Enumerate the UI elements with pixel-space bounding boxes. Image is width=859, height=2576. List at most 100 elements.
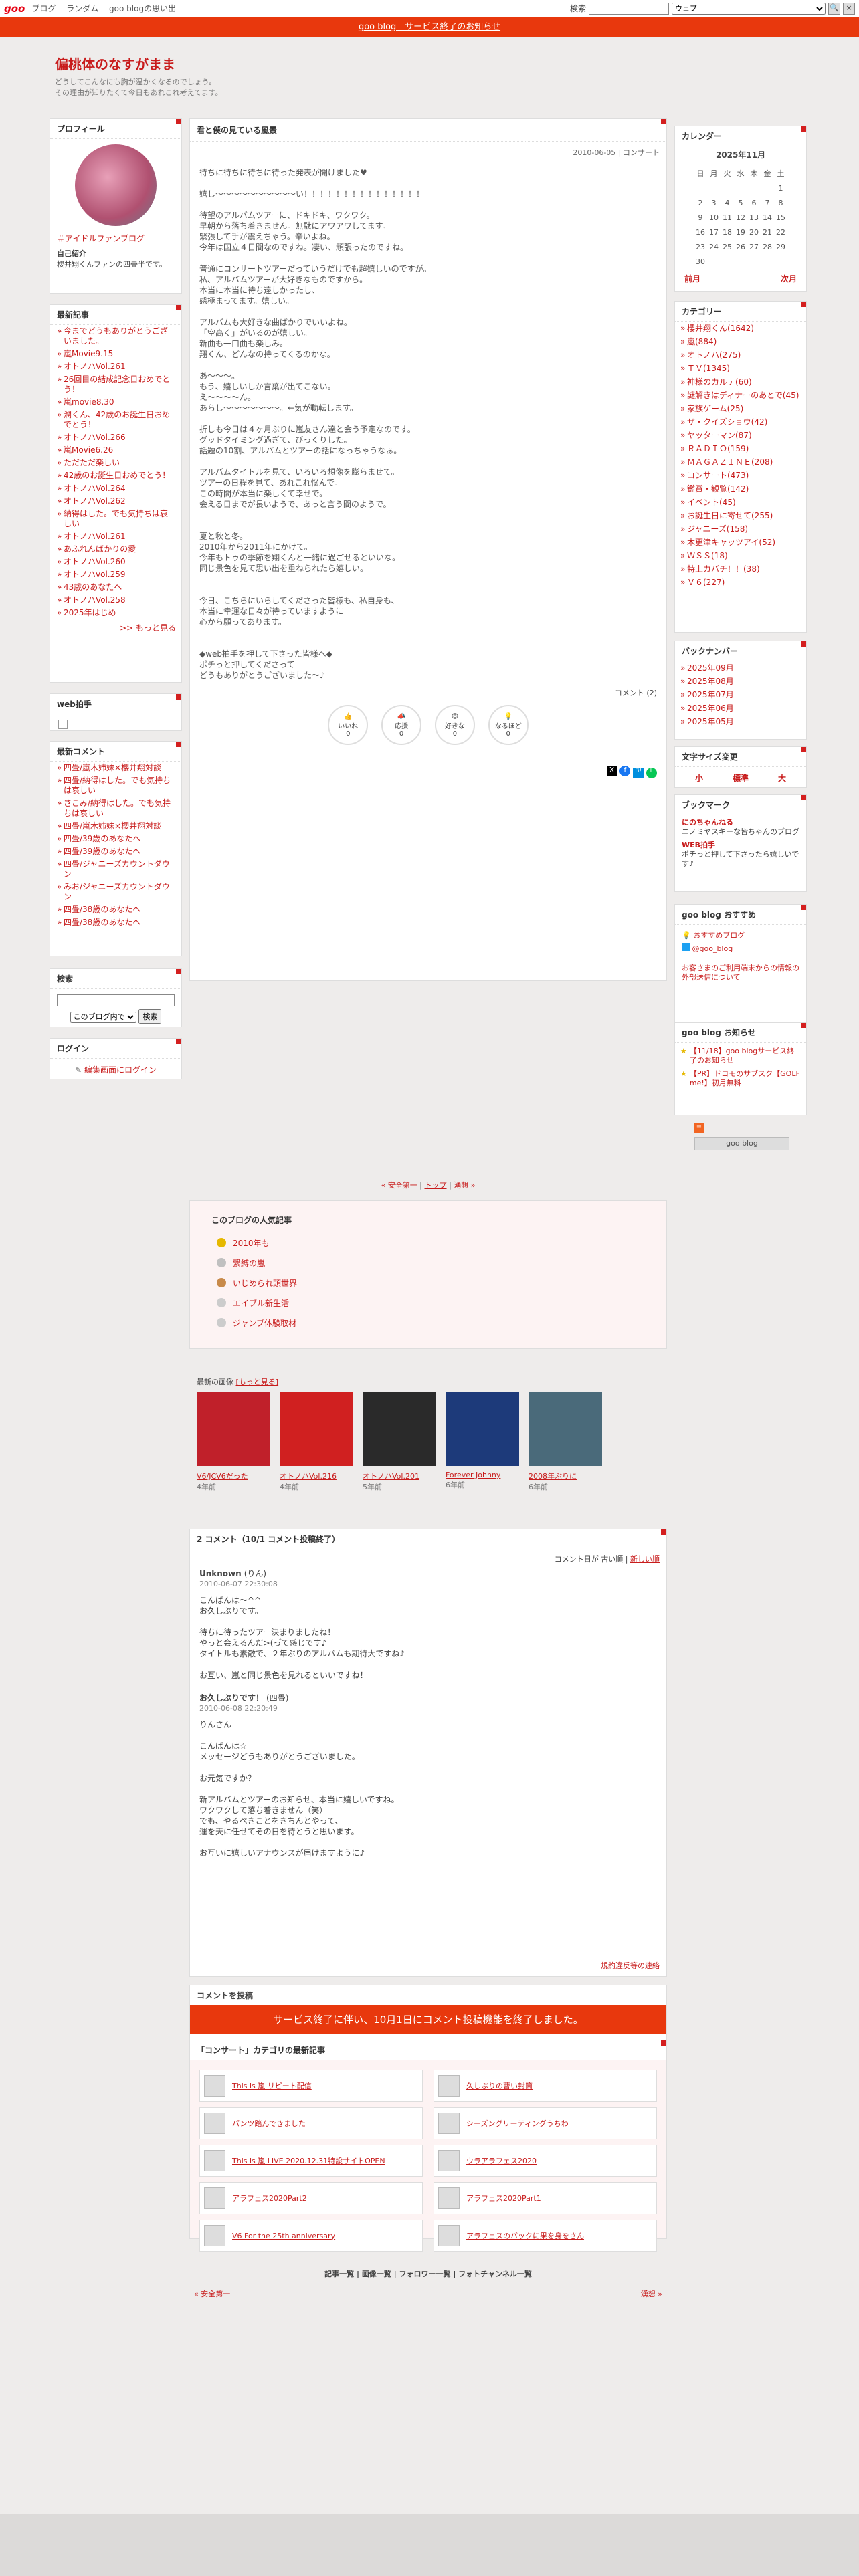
category-link[interactable]: イベント(45) bbox=[675, 496, 806, 509]
report-link[interactable]: 規約違反等の連絡 bbox=[601, 1960, 660, 1971]
category-latest-item[interactable]: アラフェスのバックに果を身をさん bbox=[434, 2220, 657, 2252]
recent-post-link[interactable]: オトノハVol.264 bbox=[50, 482, 181, 495]
recent-post-link[interactable]: ただただ楽しい bbox=[50, 457, 181, 469]
calendar-day[interactable]: 11 bbox=[721, 210, 734, 225]
calendar-day[interactable]: 6 bbox=[747, 195, 761, 210]
latest-comment-link[interactable]: 四畳/ジャニーズカウントダウン bbox=[50, 858, 181, 881]
webclap-image-icon[interactable] bbox=[58, 720, 68, 729]
category-link[interactable]: Ｖ６(227) bbox=[675, 576, 806, 589]
category-latest-title[interactable]: This is 嵐 リピート配信 bbox=[232, 2080, 312, 2091]
recent-post-link[interactable]: 42歳のお誕生日おめでとう！ bbox=[50, 469, 181, 482]
photo-channel-link[interactable]: フォトチャンネル一覧 bbox=[458, 2270, 532, 2278]
popular-item[interactable]: 繋縛の嵐 bbox=[217, 1253, 640, 1273]
sort-newest-link[interactable]: 新しい順 bbox=[630, 1555, 660, 1564]
rss-icon[interactable]: ≡ bbox=[694, 1123, 704, 1133]
nav-blog-link[interactable]: ブログ bbox=[31, 4, 56, 13]
calendar-day[interactable]: 30 bbox=[694, 254, 707, 269]
recent-post-link[interactable]: オトノハVol.258 bbox=[50, 594, 181, 607]
popular-item[interactable]: エイブル新生活 bbox=[217, 1293, 640, 1313]
latest-comment-link[interactable]: 四畳/納得はした。でも気持ちは哀しい bbox=[50, 774, 181, 797]
category-latest-title[interactable]: アラフェス2020Part2 bbox=[232, 2193, 307, 2204]
image-card[interactable]: オトノハVol.201 5年前 bbox=[363, 1392, 436, 1492]
calendar-day[interactable]: 8 bbox=[774, 195, 787, 210]
category-latest-item[interactable]: パンツ踏んできました bbox=[199, 2107, 423, 2139]
category-latest-title[interactable]: パンツ踏んできました bbox=[232, 2118, 306, 2129]
goo-logo[interactable]: goo bbox=[4, 3, 25, 15]
popular-item-title[interactable]: 2010年も bbox=[233, 1237, 270, 1249]
calendar-day[interactable]: 1 bbox=[774, 181, 787, 195]
latest-comment-link[interactable]: 四畳/嵐木姉妹×櫻井翔対談 bbox=[50, 820, 181, 833]
recent-post-link[interactable]: 43歳のあなたへ bbox=[50, 581, 181, 594]
category-link[interactable]: ザ・クイズショウ(42) bbox=[675, 415, 806, 429]
calendar-day[interactable]: 12 bbox=[734, 210, 747, 225]
category-link[interactable]: 家族ゲーム(25) bbox=[675, 402, 806, 415]
blog-search-button[interactable]: 検索 bbox=[138, 1009, 162, 1024]
service-end-banner[interactable]: goo blog サービス終了のお知らせ bbox=[0, 17, 859, 37]
hatena-share-icon[interactable]: B! bbox=[633, 768, 644, 778]
calendar-day[interactable]: 26 bbox=[734, 239, 747, 254]
image-thumbnail[interactable] bbox=[446, 1392, 519, 1466]
login-link[interactable]: 編集画面にログイン bbox=[84, 1065, 157, 1075]
font-small-button[interactable]: 小 bbox=[695, 772, 703, 784]
category-link[interactable]: 神様のカルテ(60) bbox=[675, 375, 806, 389]
recent-post-link[interactable]: オトノハVol.262 bbox=[50, 495, 181, 508]
category-link[interactable]: 特上カバチ！！(38) bbox=[675, 562, 806, 576]
top-link[interactable]: トップ bbox=[425, 1181, 447, 1190]
image-thumbnail[interactable] bbox=[529, 1392, 602, 1466]
image-thumbnail[interactable] bbox=[280, 1392, 353, 1466]
recent-post-link[interactable]: オトノハVol.261 bbox=[50, 360, 181, 373]
popular-item[interactable]: 2010年も bbox=[217, 1232, 640, 1253]
category-link[interactable]: 謎解きはディナーのあとで(45) bbox=[675, 389, 806, 402]
recent-post-link[interactable]: オトノハVol.260 bbox=[50, 556, 181, 568]
category-latest-title[interactable]: ウラアラフェス2020 bbox=[466, 2155, 537, 2166]
category-link[interactable]: ＭＡＧＡＺＩＮＥ(208) bbox=[675, 455, 806, 469]
calendar-day[interactable]: 24 bbox=[707, 239, 721, 254]
next-post-link-bottom[interactable]: 湧想 » bbox=[641, 2288, 662, 2299]
backnumber-link[interactable]: 2025年07月 bbox=[675, 688, 806, 702]
category-link[interactable]: 鑑賞・観覧(142) bbox=[675, 482, 806, 496]
goo-blog-badge[interactable]: goo blog bbox=[694, 1137, 789, 1150]
category-link[interactable]: ＲＡＤＩＯ(159) bbox=[675, 442, 806, 455]
latest-comment-link[interactable]: みお/ジャニーズカウントダウン bbox=[50, 881, 181, 903]
popular-item-title[interactable]: ジャンプ体験取材 bbox=[233, 1317, 296, 1329]
calendar-day[interactable]: 20 bbox=[747, 225, 761, 239]
search-scope-select[interactable]: ウェブ bbox=[672, 2, 826, 15]
image-title[interactable]: 2008年ぶりに bbox=[529, 1471, 602, 1481]
recent-post-link[interactable]: 嵐movie8.30 bbox=[50, 396, 181, 409]
category-latest-title[interactable]: V6 For the 25th anniversary bbox=[232, 2232, 335, 2240]
line-share-icon[interactable]: L bbox=[646, 768, 657, 778]
category-link[interactable]: オトノハ(275) bbox=[675, 348, 806, 362]
calendar-day[interactable]: 29 bbox=[774, 239, 787, 254]
category-latest-item[interactable]: ウラアラフェス2020 bbox=[434, 2145, 657, 2177]
category-link[interactable]: ＴＶ(1345) bbox=[675, 362, 806, 375]
nav-random-link[interactable]: ランダム bbox=[66, 4, 98, 13]
calendar-day[interactable]: 25 bbox=[721, 239, 734, 254]
calendar-day[interactable]: 2 bbox=[694, 195, 707, 210]
category-latest-item[interactable]: V6 For the 25th anniversary bbox=[199, 2220, 423, 2252]
category-link[interactable]: 櫻井翔くん(1642) bbox=[675, 322, 806, 335]
category-latest-title[interactable]: This is 嵐 LIVE 2020.12.31特設サイトOPEN bbox=[232, 2155, 385, 2166]
prev-month-link[interactable]: 前月 bbox=[684, 273, 700, 284]
calendar-day[interactable]: 3 bbox=[707, 195, 721, 210]
category-latest-item[interactable]: 久しぶりの曹い封筒 bbox=[434, 2070, 657, 2102]
reaction-cheer-button[interactable]: 📣 応援 0 bbox=[381, 705, 422, 745]
close-icon[interactable]: × bbox=[843, 2, 855, 15]
next-post-link[interactable]: 湧想 » bbox=[454, 1181, 475, 1190]
facebook-share-icon[interactable]: f bbox=[619, 766, 631, 776]
image-card[interactable]: オトノハVol.216 4年前 bbox=[280, 1392, 353, 1492]
blog-title[interactable]: 偏桃体のなすがまま bbox=[55, 53, 222, 73]
calendar-day[interactable]: 17 bbox=[707, 225, 721, 239]
image-title[interactable]: Forever Johnny bbox=[446, 1471, 519, 1479]
announce-item-2[interactable]: ★ 【PR】ドコモのサブスク【GOLF me!】初月無料 bbox=[680, 1069, 801, 1088]
article-title[interactable]: 君と僕の見ている風景 bbox=[190, 119, 666, 142]
image-card[interactable]: 2008年ぶりに 6年前 bbox=[529, 1392, 602, 1492]
category-link[interactable]: コンサート(473) bbox=[675, 469, 806, 482]
backnumber-link[interactable]: 2025年06月 bbox=[675, 702, 806, 715]
latest-comment-link[interactable]: さこみ/納得はした。でも気持ちは哀しい bbox=[50, 797, 181, 820]
popular-item-title[interactable]: 繋縛の嵐 bbox=[233, 1257, 265, 1269]
calendar-day[interactable]: 13 bbox=[747, 210, 761, 225]
calendar-day[interactable]: 27 bbox=[747, 239, 761, 254]
calendar-day[interactable]: 4 bbox=[721, 195, 734, 210]
category-link[interactable]: ジャニーズ(158) bbox=[675, 522, 806, 536]
calendar-day[interactable]: 23 bbox=[694, 239, 707, 254]
